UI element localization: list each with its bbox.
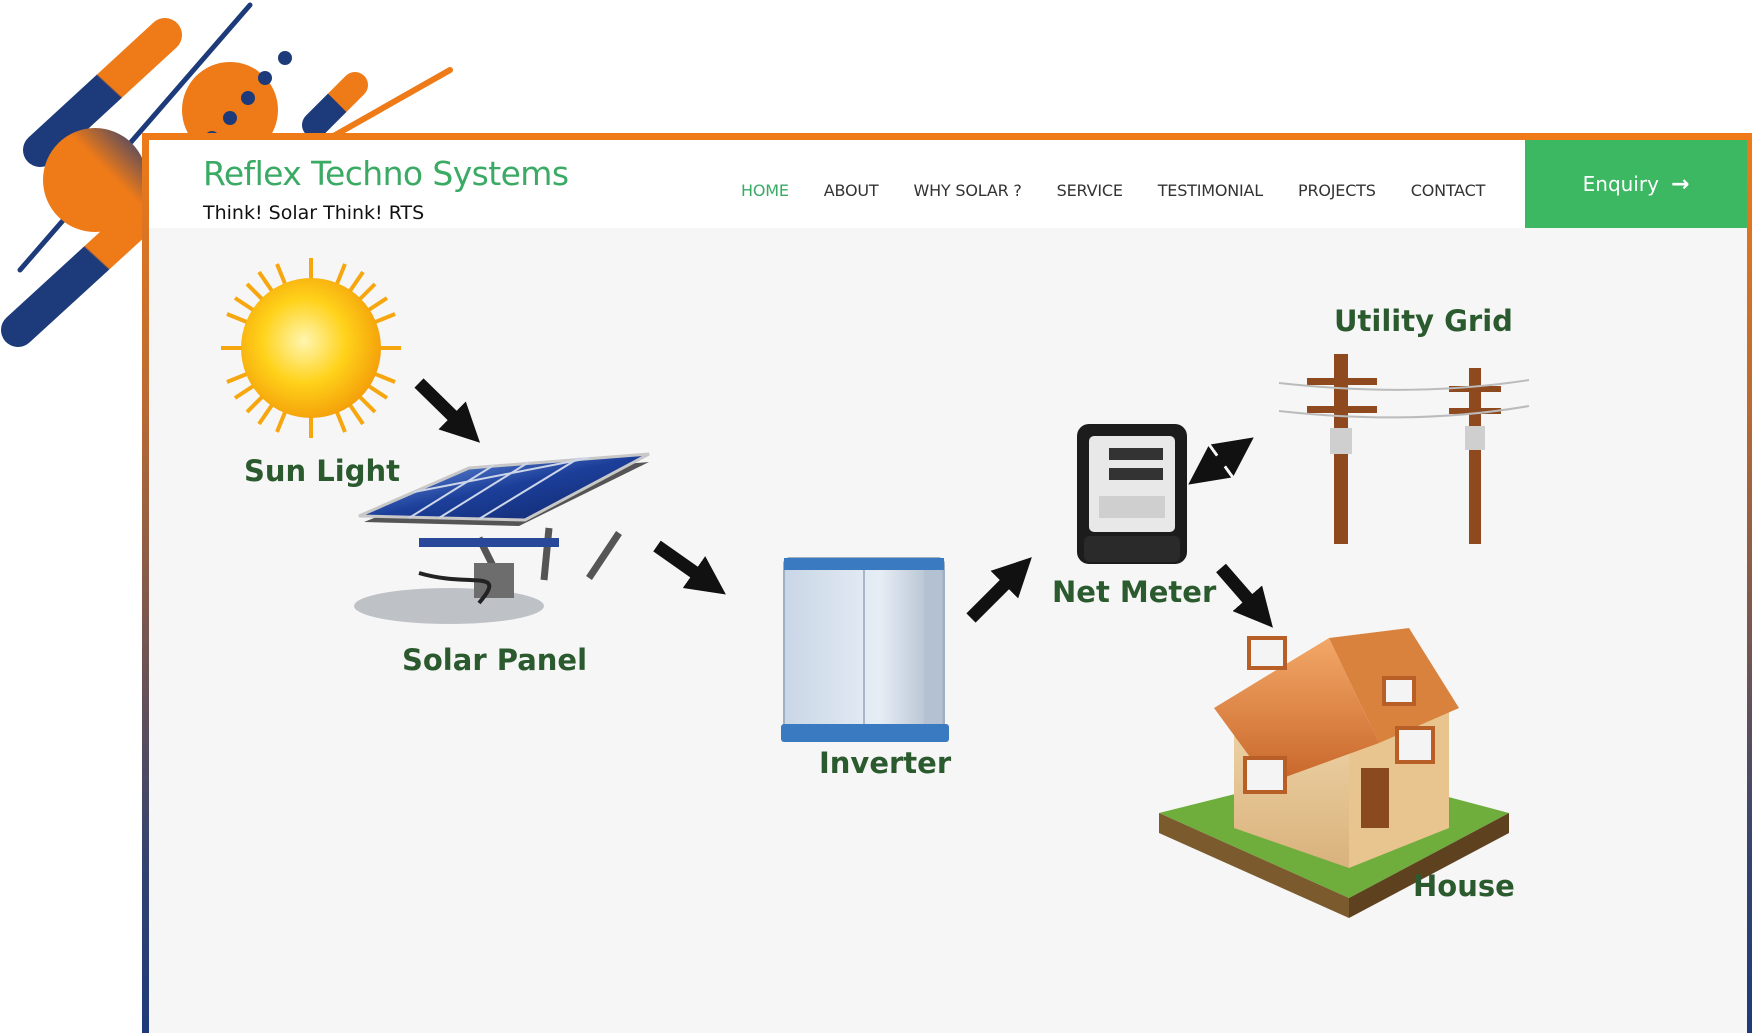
label-inverter: Inverter <box>819 746 952 780</box>
navbar: Reflex Techno Systems Think! Solar Think… <box>149 140 1747 228</box>
arrow-sun-to-panel-icon <box>414 378 481 443</box>
nav-why-solar[interactable]: WHY SOLAR ? <box>913 181 1021 200</box>
enquiry-label: Enquiry <box>1582 172 1659 196</box>
solar-system-diagram: Sun Light Solar Panel Inverter Net Meter… <box>149 228 1747 1033</box>
nav-home[interactable]: HOME <box>741 181 789 200</box>
nav-projects[interactable]: PROJECTS <box>1298 181 1376 200</box>
arrow-inverter-to-meter-icon <box>966 557 1032 623</box>
label-sun-light: Sun Light <box>244 454 400 488</box>
diagram-graphics <box>221 258 1530 918</box>
brand-title[interactable]: Reflex Techno Systems <box>203 154 569 193</box>
label-solar-panel: Solar Panel <box>402 643 588 677</box>
arrow-meter-to-house-icon <box>1216 563 1273 628</box>
nav-contact[interactable]: CONTACT <box>1411 181 1486 200</box>
inverter-icon <box>781 557 949 742</box>
label-house: House <box>1413 869 1515 903</box>
arrow-right-icon: → <box>1670 171 1690 197</box>
nav-service[interactable]: SERVICE <box>1057 181 1123 200</box>
utility-grid-icon <box>1278 354 1530 544</box>
brand-tagline: Think! Solar Think! RTS <box>203 202 425 224</box>
arrow-panel-to-inverter-icon <box>653 540 726 595</box>
label-utility-grid: Utility Grid <box>1334 304 1513 338</box>
sun-icon <box>221 258 401 438</box>
nav-testimonial[interactable]: TESTIMONIAL <box>1158 181 1263 200</box>
label-net-meter: Net Meter <box>1052 575 1217 609</box>
enquiry-button[interactable]: Enquiry → <box>1525 140 1747 228</box>
nav-menu: HOME ABOUT WHY SOLAR ? SERVICE TESTIMONI… <box>741 181 1520 200</box>
net-meter-icon <box>1077 424 1187 564</box>
website-screenshot: Reflex Techno Systems Think! Solar Think… <box>142 133 1752 1033</box>
arrow-grid-to-meter-icon <box>1188 442 1243 485</box>
nav-about[interactable]: ABOUT <box>824 181 879 200</box>
